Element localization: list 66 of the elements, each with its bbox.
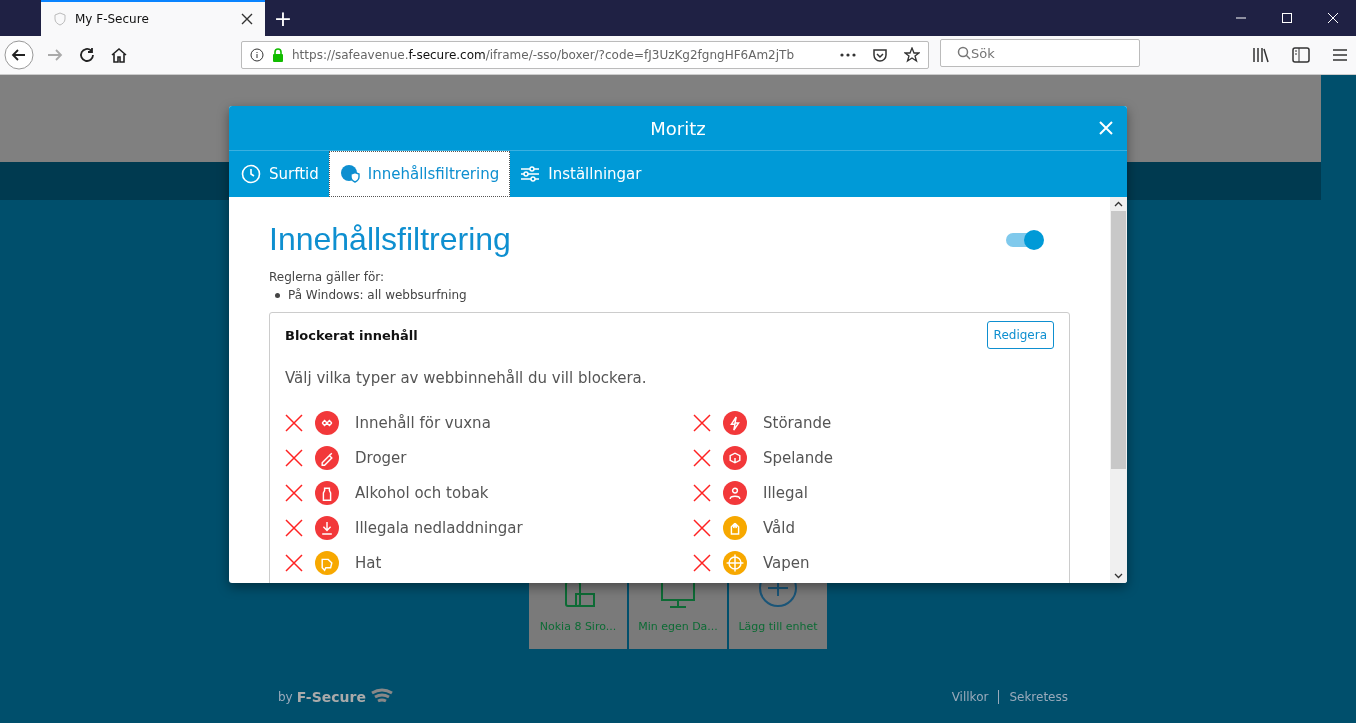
- device-label: Nokia 8 Siro...: [539, 620, 617, 633]
- new-tab-button[interactable]: +: [265, 0, 301, 36]
- device-label: Lägg till enhet: [738, 620, 818, 633]
- url-text: https://safeavenue.f-secure.com/iframe/-sso/boxer/?code=fJ3UzKg2fgngHF6Am2jTb: [292, 48, 796, 62]
- sidebar-icon[interactable]: [1292, 47, 1310, 63]
- device-label: Min egen Da...: [638, 620, 718, 633]
- info-icon[interactable]: [250, 48, 264, 62]
- shield-icon: [53, 12, 67, 26]
- rules-label: Reglerna gäller för:: [269, 270, 386, 284]
- category-icon: [723, 411, 747, 435]
- add-icon: [758, 580, 798, 610]
- bullet-icon: [275, 292, 280, 298]
- category-icon: [723, 446, 747, 470]
- sliders-icon: [520, 164, 541, 184]
- toggle-switch[interactable]: [1006, 232, 1042, 247]
- footer-link[interactable]: Villkor: [941, 690, 999, 704]
- home-icon[interactable]: [110, 46, 128, 64]
- scroll-down-icon[interactable]: [1114, 573, 1123, 579]
- more-icon[interactable]: [840, 53, 856, 57]
- page-heading: Innehållsfiltrering: [269, 221, 511, 258]
- category-label: Våld: [763, 519, 795, 537]
- scrollbar[interactable]: [1110, 197, 1127, 583]
- rule-item: På Windows: all webbsurfning: [288, 288, 467, 302]
- category-label: Illegal: [763, 484, 808, 502]
- category-icon: [723, 481, 747, 505]
- category-icon: [315, 551, 339, 575]
- category-label: Hat: [355, 554, 382, 572]
- dialog-title: Moritz: [650, 117, 706, 139]
- back-icon[interactable]: [4, 40, 34, 70]
- reload-icon[interactable]: [78, 46, 96, 64]
- tab-title: My F-Secure: [75, 12, 150, 26]
- by-label: by: [278, 690, 293, 704]
- tab[interactable]: Surftid: [231, 151, 329, 197]
- edit-button[interactable]: Redigera: [986, 321, 1054, 349]
- address-bar[interactable]: https://safeavenue.f-secure.com/iframe/-sso/boxer/?code=fJ3UzKg2fgngHF6Am2jTb: [241, 41, 929, 69]
- pocket-icon[interactable]: [872, 47, 888, 63]
- category-label: Alkohol och tobak: [355, 484, 489, 502]
- close-icon[interactable]: [241, 13, 253, 25]
- category-icon: [315, 411, 339, 435]
- category-label: Droger: [355, 449, 407, 467]
- card-title: Blockerat innehåll: [285, 327, 418, 343]
- category-icon: [723, 551, 747, 575]
- category-label: Spelande: [763, 449, 833, 467]
- card-description: Välj vilka typer av webbinnehåll du vill blockera.: [285, 369, 648, 387]
- category-icon: [723, 516, 747, 540]
- star-icon[interactable]: [904, 47, 920, 63]
- browser-tab[interactable]: My F-Secure: [41, 0, 265, 36]
- menu-icon[interactable]: [1332, 48, 1348, 62]
- category-icon: [315, 516, 339, 540]
- tab[interactable]: Inställningar: [510, 151, 652, 197]
- globe-shield-icon: [339, 164, 360, 184]
- search-field[interactable]: Sök: [940, 39, 1140, 67]
- search-icon: [957, 46, 971, 60]
- category-label: Innehåll för vuxna: [355, 414, 491, 432]
- category-icon: [315, 481, 339, 505]
- padlock-icon: [272, 48, 284, 62]
- brand-logo-text: F-Secure: [296, 689, 366, 705]
- footer-link[interactable]: Sekretess: [998, 690, 1078, 704]
- tab[interactable]: Innehållsfiltrering: [328, 151, 511, 197]
- clock-icon: [241, 164, 261, 184]
- category-label: Störande: [763, 414, 832, 432]
- scroll-up-icon[interactable]: [1114, 201, 1123, 207]
- category-icon: [315, 446, 339, 470]
- category-label: Illegala nedladdningar: [355, 519, 523, 537]
- maximize-icon[interactable]: [1281, 12, 1293, 24]
- library-icon[interactable]: [1252, 47, 1270, 63]
